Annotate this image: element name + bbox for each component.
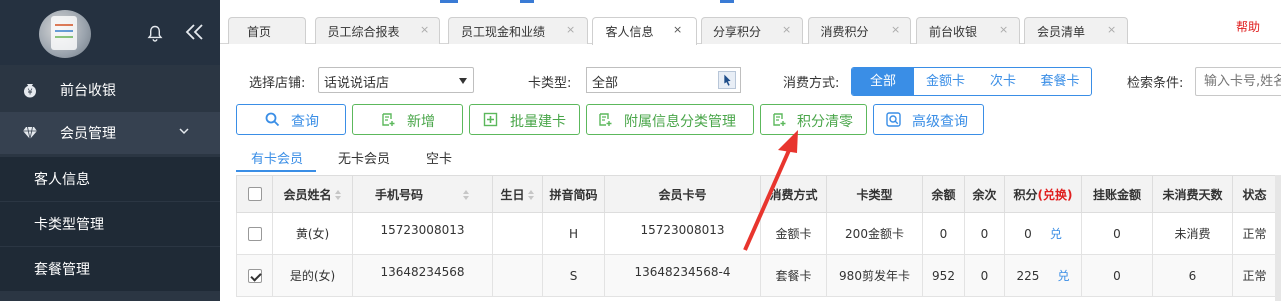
top-edge-decoration — [440, 0, 458, 3]
vertical-scrollbar[interactable] — [1275, 175, 1281, 301]
picker-cursor-icon[interactable] — [718, 71, 736, 89]
consume-mode-segmented: 全部 金额卡 次卡 套餐卡 — [851, 67, 1092, 96]
cardtype-value: 全部 — [592, 76, 619, 91]
search-square-icon — [886, 112, 901, 127]
close-icon[interactable]: × — [999, 23, 1008, 36]
table-header-row: 会员姓名 手机号码 生日 拼音简码 会员卡号 消费方式 卡类型 余额 余次 积分… — [236, 175, 1281, 213]
diamond-icon — [23, 126, 37, 140]
column-header: 状态 — [1232, 175, 1277, 213]
plus-square-icon — [483, 112, 498, 127]
search-input[interactable] — [1196, 68, 1281, 95]
cardtype-label: 卡类型: — [528, 76, 572, 91]
consume-option-times-card[interactable]: 次卡 — [977, 68, 1029, 95]
sidebar-item-label: 前台收银 — [60, 83, 116, 99]
sidebar-item-member-management[interactable]: 会员管理 — [0, 112, 220, 154]
tab-staff-report[interactable]: 员工综合报表 × — [315, 17, 440, 44]
close-icon[interactable]: × — [566, 23, 575, 36]
top-edge-decoration — [520, 0, 534, 3]
help-link[interactable]: 帮助 — [1236, 18, 1260, 35]
sidebar-item-label: 会员管理 — [60, 126, 116, 142]
money-bag-icon: ¥ — [24, 84, 36, 98]
edit-plus-icon — [382, 113, 395, 126]
dropdown-caret-icon — [459, 78, 467, 84]
column-header: 卡类型 — [826, 175, 923, 213]
member-table: 会员姓名 手机号码 生日 拼音简码 会员卡号 消费方式 卡类型 余额 余次 积分… — [236, 175, 1281, 297]
sidebar-subitem-label: 卡类型管理 — [34, 217, 104, 233]
query-button[interactable]: 查询 — [236, 104, 346, 135]
chevron-down-icon — [179, 128, 189, 135]
edit-plus-icon — [773, 113, 786, 126]
tab-share-points[interactable]: 分享积分 × — [701, 17, 803, 44]
sidebar-header — [0, 0, 220, 65]
edit-plus-icon — [599, 113, 612, 126]
bell-icon[interactable] — [147, 25, 163, 42]
active-subtab-indicator — [236, 170, 316, 172]
row-checkbox[interactable] — [247, 268, 262, 283]
store-select[interactable]: 话说说话店 — [318, 67, 474, 93]
column-header[interactable]: 会员姓名 — [272, 175, 353, 213]
consume-option-all[interactable]: 全部 — [852, 68, 914, 95]
tab-member-list[interactable]: 会员清单 × — [1024, 17, 1128, 44]
column-header: 余额 — [922, 175, 965, 213]
sidebar-subitem-card-types[interactable]: 卡类型管理 — [0, 202, 220, 246]
exchange-link[interactable]: 兑 — [1050, 227, 1062, 241]
close-icon[interactable]: × — [673, 23, 682, 36]
column-header: 消费方式 — [760, 175, 827, 213]
store-label: 选择店铺: — [249, 76, 306, 91]
store-select-value: 话说说话店 — [324, 76, 390, 91]
column-header: 未消费天数 — [1152, 175, 1233, 213]
collapse-sidebar-icon[interactable] — [184, 21, 206, 43]
sidebar-subitem-label: 套餐管理 — [34, 262, 90, 278]
sort-icon[interactable] — [527, 189, 535, 201]
column-header: 余次 — [964, 175, 1005, 213]
table-row[interactable]: 是的(女) 13648234568 S 13648234568-4 套餐卡 98… — [236, 254, 1281, 297]
advanced-query-button[interactable]: 高级查询 — [873, 104, 984, 135]
tab-home[interactable]: 首页 — [228, 17, 306, 44]
tab-guest-info[interactable]: 客人信息 × — [592, 17, 697, 45]
sort-icon[interactable] — [463, 189, 470, 201]
search-label: 检索条件: — [1127, 76, 1184, 91]
sort-icon[interactable] — [334, 189, 342, 201]
tab-consume-points[interactable]: 消费积分 × — [808, 17, 911, 44]
column-header: 积分(兑换) — [1004, 175, 1082, 213]
tab-cashier[interactable]: 前台收银 × — [916, 17, 1020, 44]
search-icon — [265, 112, 280, 127]
column-header: 挂账金额 — [1081, 175, 1153, 213]
row-checkbox[interactable] — [247, 226, 262, 241]
column-header[interactable]: 手机号码 — [352, 175, 493, 213]
top-edge-decoration — [720, 0, 734, 3]
exchange-link[interactable]: 兑 — [1057, 269, 1069, 283]
sidebar-subitem-label: 客人信息 — [34, 172, 90, 188]
table-row[interactable]: 黄(女) 15723008013 H 15723008013 金额卡 200金额… — [236, 212, 1281, 255]
sidebar-subitem-guest-info[interactable]: 客人信息 — [0, 157, 220, 201]
sidebar-item-cashier[interactable]: ¥ 前台收银 — [0, 70, 220, 110]
consume-option-package-card[interactable]: 套餐卡 — [1029, 68, 1091, 95]
close-icon[interactable]: × — [782, 23, 791, 36]
avatar-image — [51, 16, 77, 50]
column-header: 会员卡号 — [604, 175, 761, 213]
close-icon[interactable]: × — [1107, 23, 1116, 36]
batch-create-button[interactable]: 批量建卡 — [469, 104, 580, 135]
subtab-no-card-members[interactable]: 无卡会员 — [338, 148, 390, 167]
sidebar-subitem-packages[interactable]: 套餐管理 — [0, 247, 220, 291]
sidebar: ¥ 前台收银 会员管理 客人信息 卡类型管理 套餐管理 — [0, 0, 220, 301]
cardtype-field[interactable]: 全部 — [586, 67, 741, 93]
select-all-checkbox[interactable] — [247, 187, 262, 202]
tab-staff-cash[interactable]: 员工现金和业绩 × — [448, 17, 588, 44]
column-header[interactable]: 生日 — [492, 175, 543, 213]
consume-label: 消费方式: — [783, 76, 840, 91]
subtab-empty-card[interactable]: 空卡 — [426, 148, 452, 167]
consume-option-amount-card[interactable]: 金额卡 — [914, 68, 977, 95]
clear-points-button[interactable]: 积分清零 — [760, 104, 867, 135]
svg-text:¥: ¥ — [27, 88, 32, 97]
avatar[interactable] — [39, 10, 91, 58]
column-header: 拼音简码 — [542, 175, 605, 213]
close-icon[interactable]: × — [891, 23, 900, 36]
search-field[interactable] — [1195, 67, 1281, 96]
add-button[interactable]: 新增 — [352, 104, 463, 135]
subtab-card-members[interactable]: 有卡会员 — [251, 148, 303, 167]
attach-info-button[interactable]: 附属信息分类管理 — [586, 104, 754, 135]
close-icon[interactable]: × — [420, 23, 429, 36]
select-all-cell — [236, 175, 273, 213]
